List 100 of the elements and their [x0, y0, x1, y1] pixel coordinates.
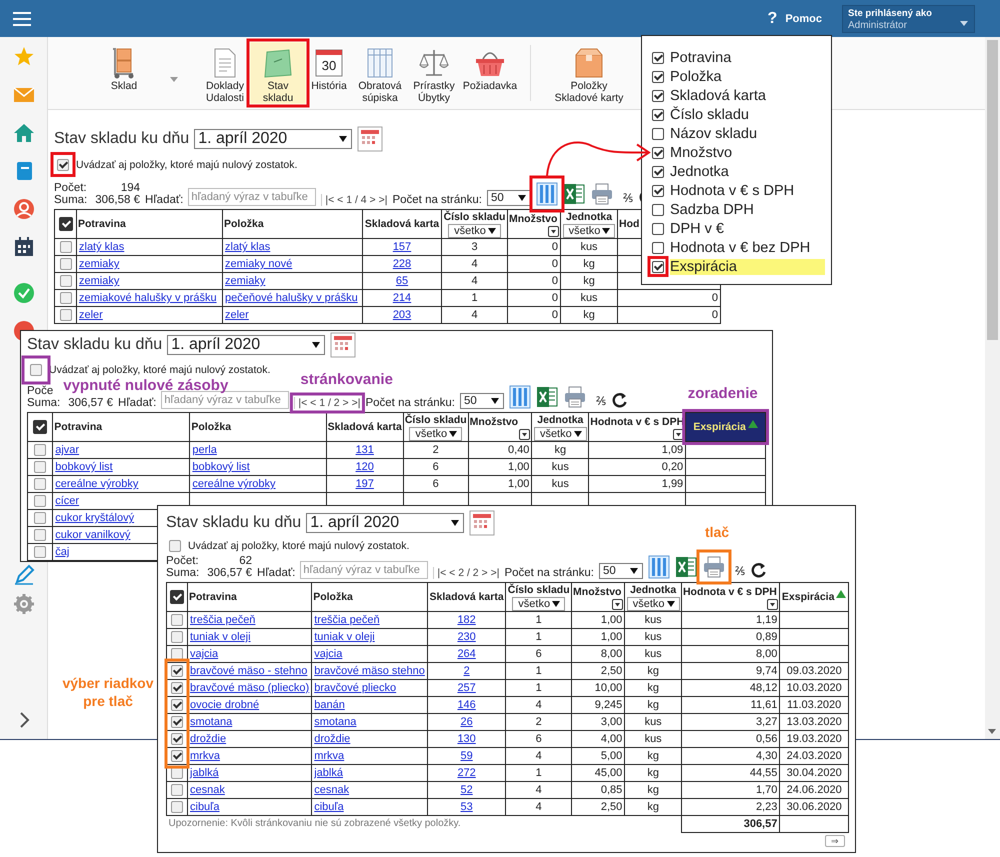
page-size-dropdown[interactable]: 50 [486, 190, 531, 206]
checkbox[interactable] [171, 631, 183, 644]
table-link[interactable]: cícer [55, 495, 80, 507]
table-link[interactable]: 230 [457, 631, 476, 643]
refresh-icon[interactable] [750, 561, 768, 579]
table-link[interactable]: 26 [460, 716, 473, 728]
gear-icon[interactable] [12, 593, 34, 615]
column-header[interactable]: Číslo skladu [444, 210, 506, 224]
toolbar-button[interactable]: Prírastky Úbytky [408, 42, 460, 104]
help-link[interactable]: Pomoc [785, 12, 822, 24]
print-icon[interactable] [702, 555, 726, 579]
page-size-dropdown[interactable]: 50 [598, 563, 643, 579]
filter-dropdown[interactable]: všetko [448, 224, 501, 238]
filter-dropdown[interactable]: všetko [626, 597, 680, 611]
filter-icon[interactable] [673, 428, 684, 440]
checkbox[interactable] [60, 292, 72, 304]
checkbox[interactable] [171, 614, 183, 626]
table-link[interactable]: mrkva [314, 750, 344, 762]
checkbox[interactable] [34, 461, 46, 474]
toolbar-button[interactable]: Sklad [100, 42, 148, 104]
star-icon[interactable] [12, 46, 34, 68]
checkbox[interactable] [652, 146, 664, 158]
checkbox[interactable] [652, 222, 664, 234]
checkbox[interactable] [652, 204, 664, 216]
table-link[interactable]: banán [314, 699, 345, 711]
checkbox[interactable] [57, 158, 69, 170]
table-link[interactable]: jablká [190, 767, 219, 779]
table-link[interactable]: 203 [392, 309, 412, 321]
menu-item[interactable]: Číslo skladu [670, 106, 825, 122]
table-link[interactable]: jablká [314, 767, 343, 779]
checkbox[interactable] [60, 309, 72, 322]
table-link[interactable]: mrkva [190, 750, 220, 762]
table-link[interactable]: 146 [457, 699, 476, 711]
excel-icon[interactable] [536, 385, 558, 409]
checkbox[interactable] [652, 70, 664, 82]
excel-icon[interactable] [562, 182, 585, 206]
search-field[interactable]: hľadaný výraz v tabuľke [300, 561, 428, 579]
checkbox[interactable] [34, 444, 46, 456]
toolbar-button[interactable]: Stav skladu [250, 42, 306, 104]
menu-item[interactable]: DPH v € [670, 220, 825, 236]
filter-icon[interactable] [519, 428, 530, 440]
filter-icon[interactable] [767, 598, 778, 610]
fraction-button[interactable]: ⅖ [622, 189, 633, 206]
pen-icon[interactable] [12, 563, 34, 585]
column-header[interactable]: Potravina [54, 420, 102, 434]
filter-icon[interactable] [612, 598, 624, 610]
checkbox[interactable] [34, 495, 46, 508]
toolbar-button[interactable]: 30 História [306, 42, 352, 104]
table-link[interactable]: vajcia [190, 648, 218, 660]
checkbox[interactable] [171, 801, 183, 814]
table-link[interactable]: 257 [457, 682, 476, 694]
home-icon[interactable] [12, 122, 34, 144]
calendar-icon[interactable] [12, 236, 34, 258]
menu-item[interactable]: Jednotka [670, 164, 825, 180]
checkbox[interactable] [652, 108, 664, 120]
filter-dropdown[interactable]: všetko [409, 427, 462, 441]
toolbar-button[interactable]: Doklady Udalosti [200, 42, 250, 104]
person-icon[interactable] [12, 198, 34, 220]
column-header[interactable]: Položka [224, 217, 264, 231]
checkbox[interactable] [34, 512, 46, 524]
table-link[interactable]: 52 [460, 784, 473, 796]
table-link[interactable]: 130 [457, 733, 476, 745]
column-header[interactable]: Položka [313, 590, 353, 604]
columns-icon[interactable] [648, 555, 670, 579]
table-link[interactable]: 131 [356, 444, 374, 456]
checkbox[interactable] [34, 478, 46, 490]
checkbox[interactable] [169, 540, 181, 552]
table-link[interactable]: 53 [460, 801, 473, 813]
checkbox[interactable] [652, 90, 664, 102]
menu-item[interactable]: Hodnota v € s DPH [670, 182, 825, 198]
table-link[interactable]: 214 [392, 292, 412, 304]
column-header[interactable]: Položka [191, 420, 232, 434]
table-link[interactable]: 65 [396, 275, 408, 287]
table-link[interactable]: cibuľa [314, 801, 344, 813]
date-dropdown[interactable]: 1. apríl 2020 [306, 513, 464, 533]
table-link[interactable]: 2 [464, 665, 470, 677]
pager[interactable]: |< < 1 / 2 > >| [294, 397, 360, 409]
table-link[interactable]: perla [192, 444, 217, 456]
table-link[interactable]: 228 [392, 258, 412, 270]
checkbox[interactable] [34, 546, 46, 558]
table-link[interactable]: 157 [392, 241, 412, 253]
print-icon[interactable] [590, 182, 614, 206]
table-link[interactable]: 197 [356, 478, 374, 490]
check-circle-icon[interactable] [12, 282, 34, 304]
menu-item[interactable]: Potravina [670, 50, 825, 66]
caret-icon[interactable] [170, 77, 178, 82]
table-link[interactable]: zemiaky [79, 275, 120, 287]
menu-item[interactable]: Množstvo [670, 144, 825, 160]
column-header[interactable]: Číslo skladu [404, 413, 467, 427]
checkbox[interactable] [33, 420, 48, 434]
checkbox[interactable] [171, 682, 183, 694]
checkbox[interactable] [652, 260, 664, 272]
toolbar-button[interactable]: Obratová súpiska [352, 42, 408, 104]
table-link[interactable]: 182 [457, 614, 476, 626]
table-link[interactable]: ajvar [55, 444, 80, 456]
menu-item[interactable]: Sadzba DPH [670, 202, 825, 218]
table-link[interactable]: 264 [457, 648, 476, 660]
menu-item[interactable]: Exspirácia [670, 258, 825, 274]
refresh-icon[interactable] [610, 391, 629, 409]
column-header[interactable]: Jednotka [566, 210, 612, 224]
